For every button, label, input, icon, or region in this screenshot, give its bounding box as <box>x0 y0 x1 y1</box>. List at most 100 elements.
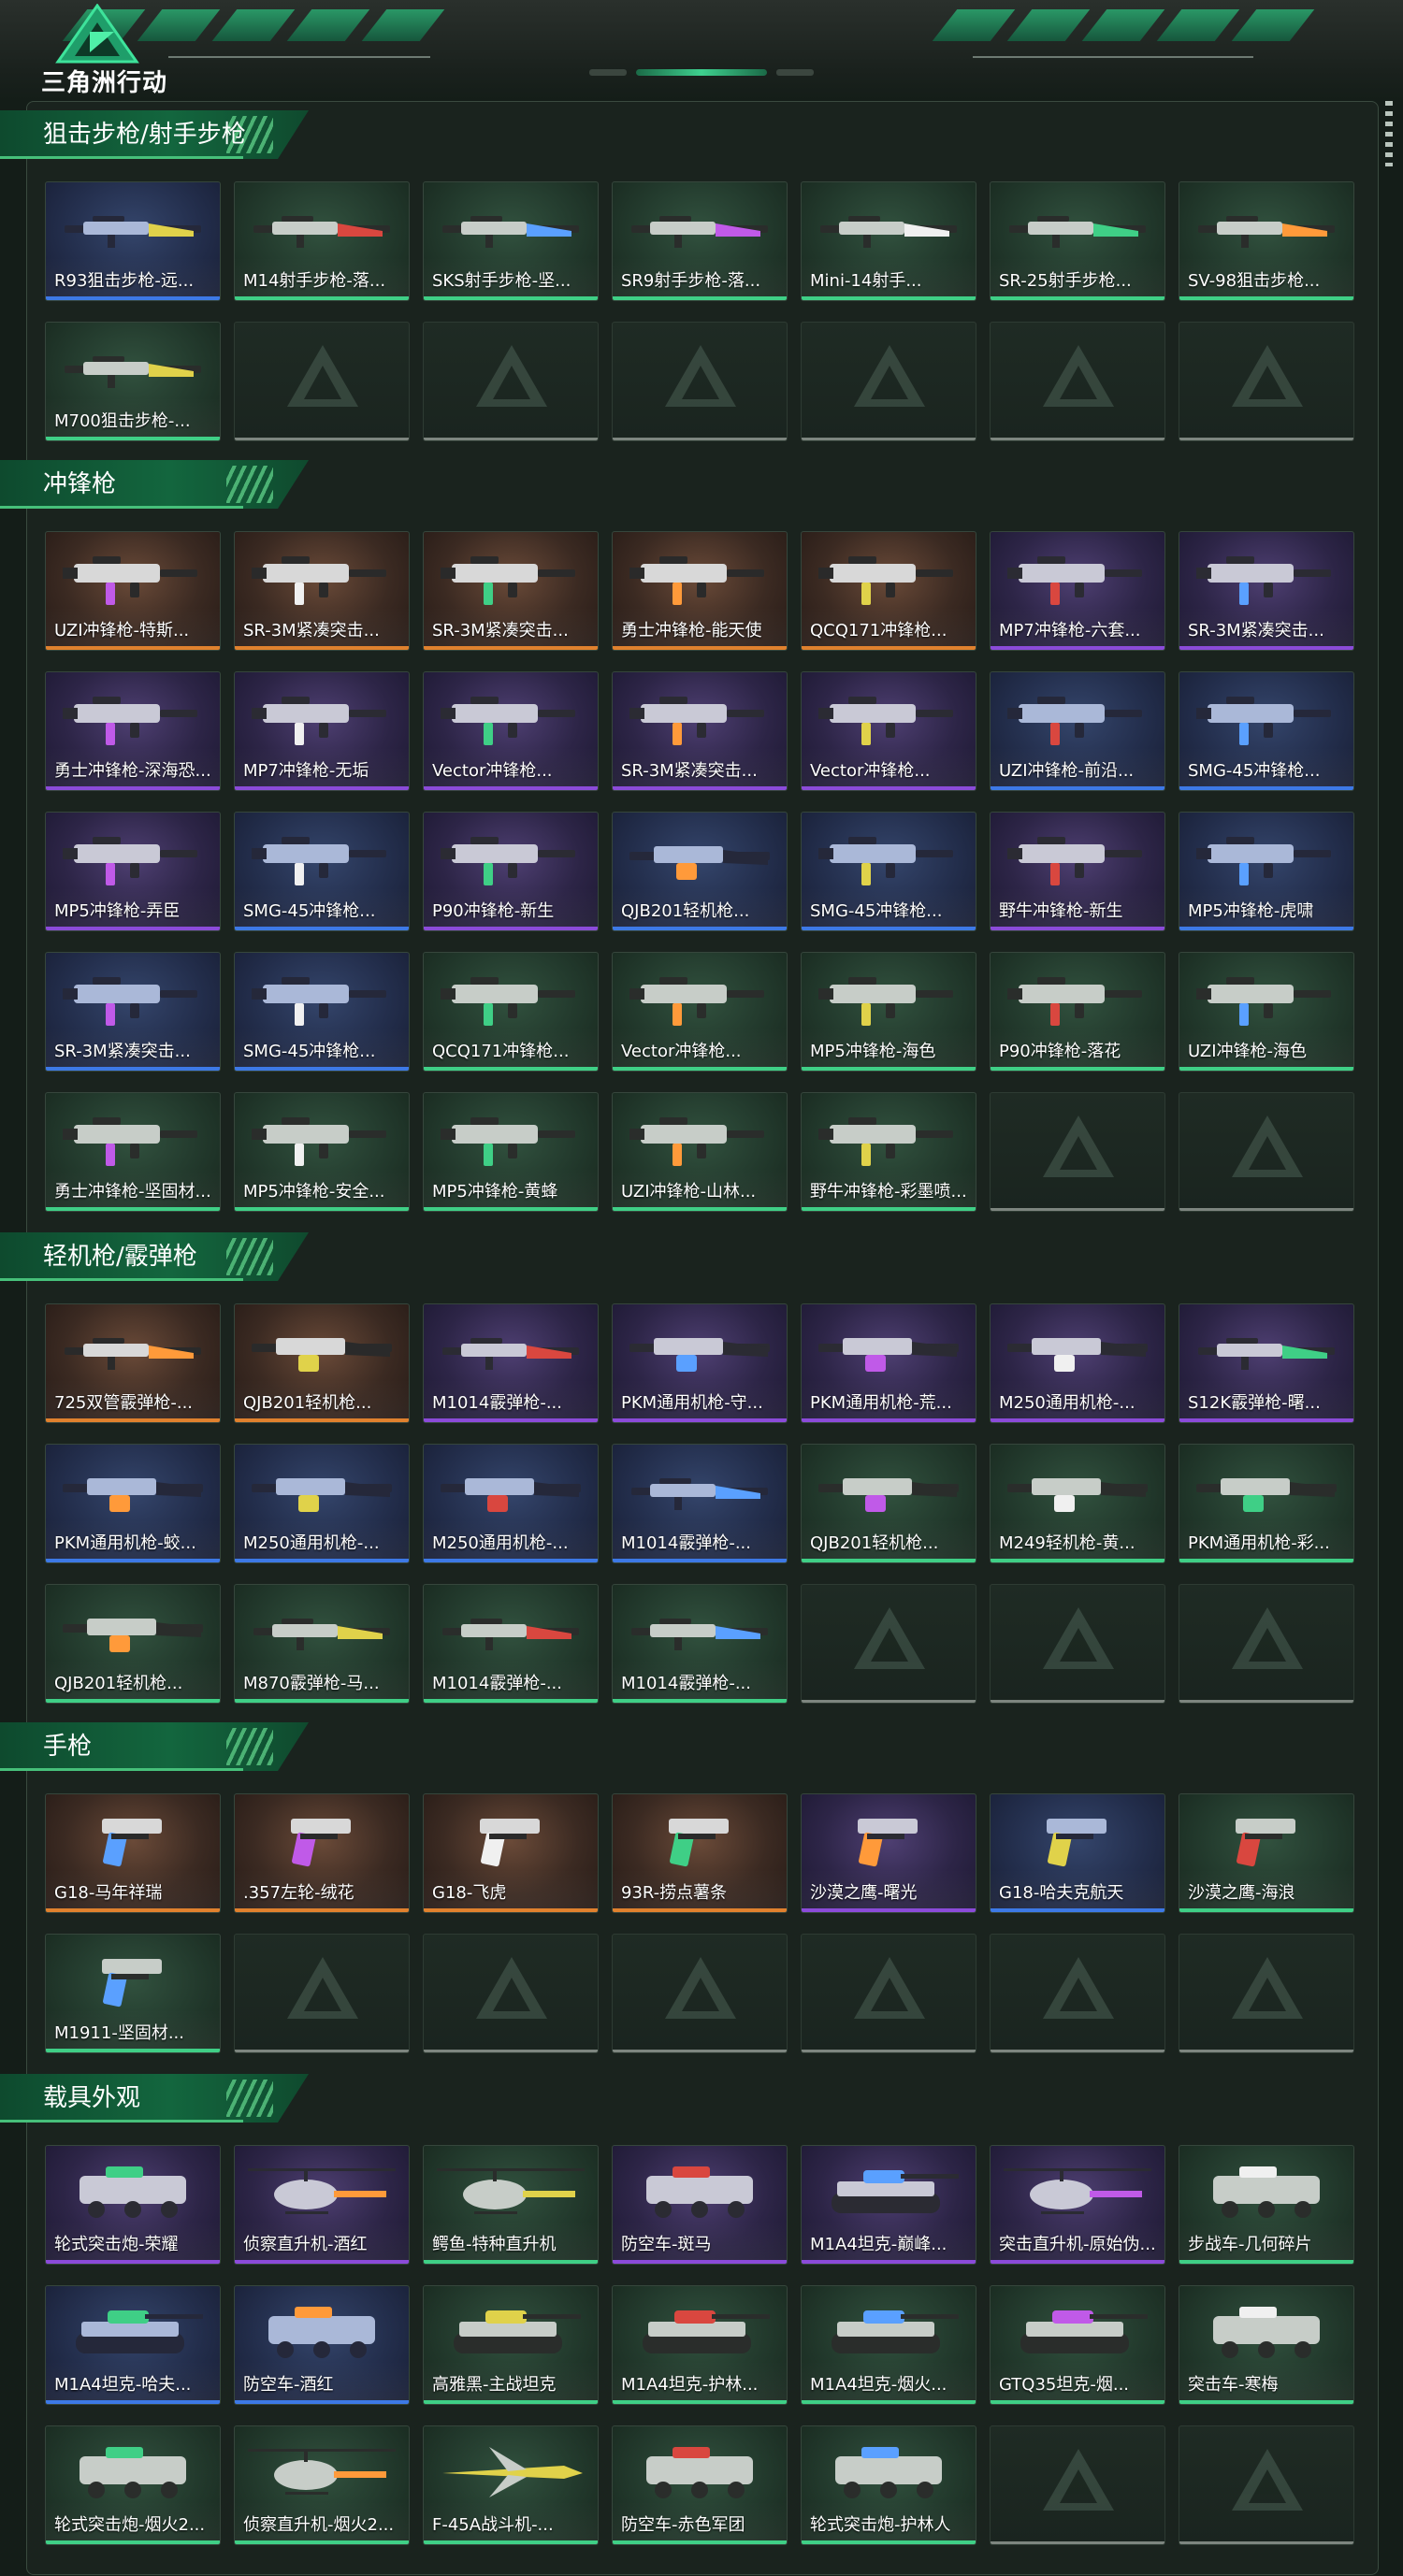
skin-card[interactable]: GTQ35坦克-烟... <box>990 2285 1165 2405</box>
skin-card[interactable]: 步战车-几何碎片 <box>1179 2145 1354 2265</box>
skin-card[interactable]: QJB201轻机枪... <box>234 1303 410 1423</box>
skin-card[interactable]: M870霰弹枪-马... <box>234 1584 410 1704</box>
skin-card[interactable]: M1014霰弹枪-... <box>423 1303 599 1423</box>
skin-card[interactable]: SR-3M紧凑突击... <box>423 531 599 651</box>
skin-card[interactable]: M1014霰弹枪-... <box>612 1444 788 1563</box>
skin-card[interactable]: QCQ171冲锋枪... <box>801 531 976 651</box>
skin-card[interactable]: 勇士冲锋枪-坚固材... <box>45 1092 221 1212</box>
skin-card[interactable]: Mini-14射手... <box>801 181 976 301</box>
skin-card[interactable]: SR-3M紧凑突击... <box>612 671 788 791</box>
skin-card[interactable]: PKM通用机枪-荒... <box>801 1303 976 1423</box>
skin-card[interactable]: 轮式突击炮-烟火2... <box>45 2425 221 2545</box>
skin-card[interactable]: 勇士冲锋枪-深海恐... <box>45 671 221 791</box>
skin-card[interactable]: G18-马年祥瑞 <box>45 1793 221 1913</box>
skin-card[interactable]: 鳄鱼-特种直升机 <box>423 2145 599 2265</box>
skin-card[interactable]: R93狙击步枪-远... <box>45 181 221 301</box>
skin-card[interactable]: 轮式突击炮-护林人 <box>801 2425 976 2545</box>
skin-name: M1014霰弹枪-... <box>621 1533 751 1553</box>
tank-icon <box>832 2170 959 2213</box>
skin-card[interactable]: G18-哈夫克航天 <box>990 1793 1165 1913</box>
skin-card[interactable]: PKM通用机枪-蛟... <box>45 1444 221 1563</box>
skin-card[interactable]: M249轻机枪-黄... <box>990 1444 1165 1563</box>
skin-card[interactable]: 防空车-赤色军团 <box>612 2425 788 2545</box>
skin-card[interactable]: G18-飞虎 <box>423 1793 599 1913</box>
skin-card[interactable]: SV-98狙击步枪... <box>1179 181 1354 301</box>
skin-card[interactable]: MP5冲锋枪-虎啸 <box>1179 812 1354 931</box>
skin-card[interactable]: 沙漠之鹰-曙光 <box>801 1793 976 1913</box>
skin-card[interactable]: M700狙击步枪-... <box>45 322 221 441</box>
skin-card[interactable]: 725双管霰弹枪-... <box>45 1303 221 1423</box>
skin-name: QJB201轻机枪... <box>243 1393 372 1413</box>
skin-card[interactable]: P90冲锋枪-新生 <box>423 812 599 931</box>
skin-card[interactable]: MP5冲锋枪-安全... <box>234 1092 410 1212</box>
skin-card[interactable]: SR-3M紧凑突击... <box>1179 531 1354 651</box>
skin-card[interactable]: SMG-45冲锋枪... <box>1179 671 1354 791</box>
skin-card[interactable]: 野牛冲锋枪-新生 <box>990 812 1165 931</box>
skin-card[interactable]: 沙漠之鹰-海浪 <box>1179 1793 1354 1913</box>
skin-card[interactable]: M1A4坦克-哈夫... <box>45 2285 221 2405</box>
skin-card[interactable]: SMG-45冲锋枪... <box>801 812 976 931</box>
skin-card[interactable]: 高雅黑-主战坦克 <box>423 2285 599 2405</box>
skin-card[interactable]: M250通用机枪-... <box>423 1444 599 1563</box>
skin-card[interactable]: MP5冲锋枪-海色 <box>801 952 976 1072</box>
skin-card[interactable]: M1A4坦克-烟火... <box>801 2285 976 2405</box>
rarity-bar <box>802 786 976 790</box>
skin-card[interactable]: M1014霰弹枪-... <box>423 1584 599 1704</box>
pistol-icon <box>669 1819 729 1867</box>
empty-slot <box>990 1584 1165 1704</box>
skin-card[interactable]: MP7冲锋枪-无垢 <box>234 671 410 791</box>
skin-card[interactable]: QJB201轻机枪... <box>801 1444 976 1563</box>
skin-card[interactable]: MP7冲锋枪-六套... <box>990 531 1165 651</box>
skin-card[interactable]: SR-3M紧凑突击... <box>234 531 410 651</box>
skin-name: MP5冲锋枪-安全... <box>243 1182 385 1202</box>
skin-card[interactable]: UZI冲锋枪-山林... <box>612 1092 788 1212</box>
skin-name: Mini-14射手... <box>810 271 922 291</box>
skin-card[interactable]: 防空车-斑马 <box>612 2145 788 2265</box>
pistol-icon <box>1236 1819 1295 1867</box>
rarity-bar <box>802 2260 976 2264</box>
skin-card[interactable]: SR9射手步枪-落... <box>612 181 788 301</box>
skin-card[interactable]: PKM通用机枪-彩... <box>1179 1444 1354 1563</box>
skin-card[interactable]: SKS射手步枪-坚... <box>423 181 599 301</box>
skin-card[interactable]: MP5冲锋枪-黄蜂 <box>423 1092 599 1212</box>
skin-card[interactable]: M14射手步枪-落... <box>234 181 410 301</box>
skin-card[interactable]: M1A4坦克-巅峰... <box>801 2145 976 2265</box>
skin-card[interactable]: QJB201轻机枪... <box>45 1584 221 1704</box>
scrollbar[interactable] <box>1385 101 1393 166</box>
skin-card[interactable]: 93R-捞点薯条 <box>612 1793 788 1913</box>
placeholder-logo-icon <box>1043 345 1114 407</box>
skin-card[interactable]: M1A4坦克-护林... <box>612 2285 788 2405</box>
skin-card[interactable]: M1014霰弹枪-... <box>612 1584 788 1704</box>
skin-card[interactable]: 突击车-寒梅 <box>1179 2285 1354 2405</box>
skin-card[interactable]: M250通用机枪-... <box>990 1303 1165 1423</box>
skin-card[interactable]: M250通用机枪-... <box>234 1444 410 1563</box>
skin-card[interactable]: 突击直升机-原始伪... <box>990 2145 1165 2265</box>
skin-card[interactable]: S12K霰弹枪-曙... <box>1179 1303 1354 1423</box>
skin-name: M870霰弹枪-马... <box>243 1674 380 1693</box>
skin-card[interactable]: M1911-坚固材... <box>45 1934 221 2053</box>
skin-name: PKM通用机枪-守... <box>621 1393 763 1413</box>
skin-card[interactable]: .357左轮-绒花 <box>234 1793 410 1913</box>
skin-card[interactable]: UZI冲锋枪-前沿... <box>990 671 1165 791</box>
skin-card[interactable]: QJB201轻机枪... <box>612 812 788 931</box>
skin-card[interactable]: SMG-45冲锋枪... <box>234 812 410 931</box>
skin-card[interactable]: Vector冲锋枪... <box>423 671 599 791</box>
skin-card[interactable]: 侦察直升机-烟火2... <box>234 2425 410 2545</box>
skin-card[interactable]: SR-25射手步枪... <box>990 181 1165 301</box>
skin-card[interactable]: MP5冲锋枪-弄臣 <box>45 812 221 931</box>
skin-card[interactable]: P90冲锋枪-落花 <box>990 952 1165 1072</box>
skin-card[interactable]: 防空车-酒红 <box>234 2285 410 2405</box>
skin-card[interactable]: 野牛冲锋枪-彩墨喷... <box>801 1092 976 1212</box>
skin-card[interactable]: Vector冲锋枪... <box>612 952 788 1072</box>
skin-card[interactable]: PKM通用机枪-守... <box>612 1303 788 1423</box>
skin-card[interactable]: SMG-45冲锋枪... <box>234 952 410 1072</box>
skin-card[interactable]: 侦察直升机-酒红 <box>234 2145 410 2265</box>
skin-card[interactable]: Vector冲锋枪... <box>801 671 976 791</box>
skin-card[interactable]: QCQ171冲锋枪... <box>423 952 599 1072</box>
skin-card[interactable]: UZI冲锋枪-特斯... <box>45 531 221 651</box>
skin-card[interactable]: F-45A战斗机-... <box>423 2425 599 2545</box>
skin-card[interactable]: 勇士冲锋枪-能天使 <box>612 531 788 651</box>
skin-card[interactable]: SR-3M紧凑突击... <box>45 952 221 1072</box>
skin-card[interactable]: UZI冲锋枪-海色 <box>1179 952 1354 1072</box>
skin-card[interactable]: 轮式突击炮-荣耀 <box>45 2145 221 2265</box>
